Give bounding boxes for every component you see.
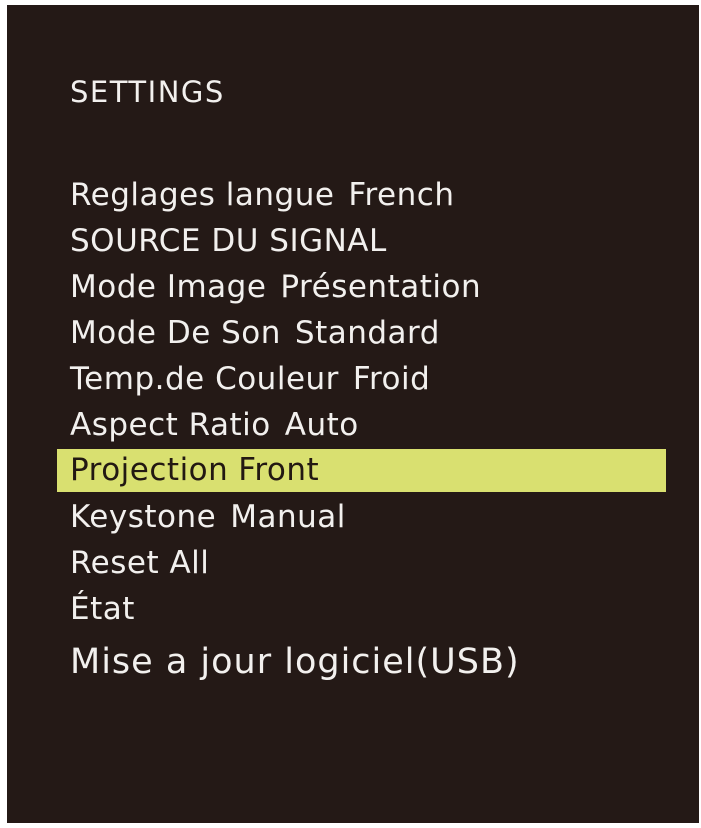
menu-item-label: Projection: [70, 452, 229, 488]
menu-item-signal-source[interactable]: SOURCE DU SIGNAL: [7, 218, 699, 264]
menu-item-label: Reglages langue: [70, 177, 335, 213]
menu-item-label: SOURCE DU SIGNAL: [70, 223, 387, 259]
menu-item-color-temperature[interactable]: Temp.de Couleur Froid: [7, 356, 699, 402]
menu-item-value: Standard: [294, 315, 440, 351]
menu-item-projection[interactable]: Projection Front: [57, 449, 666, 492]
menu-item-label: Mode De Son: [70, 315, 281, 351]
menu-item-value: Manual: [230, 499, 346, 535]
menu-item-keystone[interactable]: Keystone Manual: [7, 494, 699, 540]
menu-item-software-update[interactable]: Mise a jour logiciel(USB): [7, 632, 699, 692]
menu-item-value: Froid: [352, 361, 431, 397]
menu-item-value: French: [348, 177, 455, 213]
menu-item-image-mode[interactable]: Mode Image Présentation: [7, 264, 699, 310]
menu-item-label: État: [70, 591, 135, 627]
menu-item-value: Présentation: [280, 269, 482, 305]
settings-title: SETTINGS: [70, 75, 225, 109]
menu-item-label: Mode Image: [70, 269, 267, 305]
menu-item-aspect-ratio[interactable]: Aspect Ratio Auto: [7, 402, 699, 448]
menu-item-label: Temp.de Couleur: [70, 361, 339, 397]
menu-item-label: Reset All: [70, 545, 210, 581]
menu-item-status[interactable]: État: [7, 586, 699, 632]
menu-item-sound-mode[interactable]: Mode De Son Standard: [7, 310, 699, 356]
menu-item-value: Auto: [284, 407, 359, 443]
menu-item-label: Mise a jour logiciel(USB): [70, 642, 520, 682]
menu-item-value: Front: [238, 452, 320, 488]
menu-item-label: Keystone: [70, 499, 217, 535]
menu-item-label: Aspect Ratio: [70, 407, 271, 443]
menu-item-language[interactable]: Reglages langue French: [7, 172, 699, 218]
osd-settings-screen: SETTINGS Reglages langue French SOURCE DU…: [7, 5, 699, 823]
menu-item-reset-all[interactable]: Reset All: [7, 540, 699, 586]
settings-menu: Reglages langue French SOURCE DU SIGNAL M…: [7, 172, 699, 692]
